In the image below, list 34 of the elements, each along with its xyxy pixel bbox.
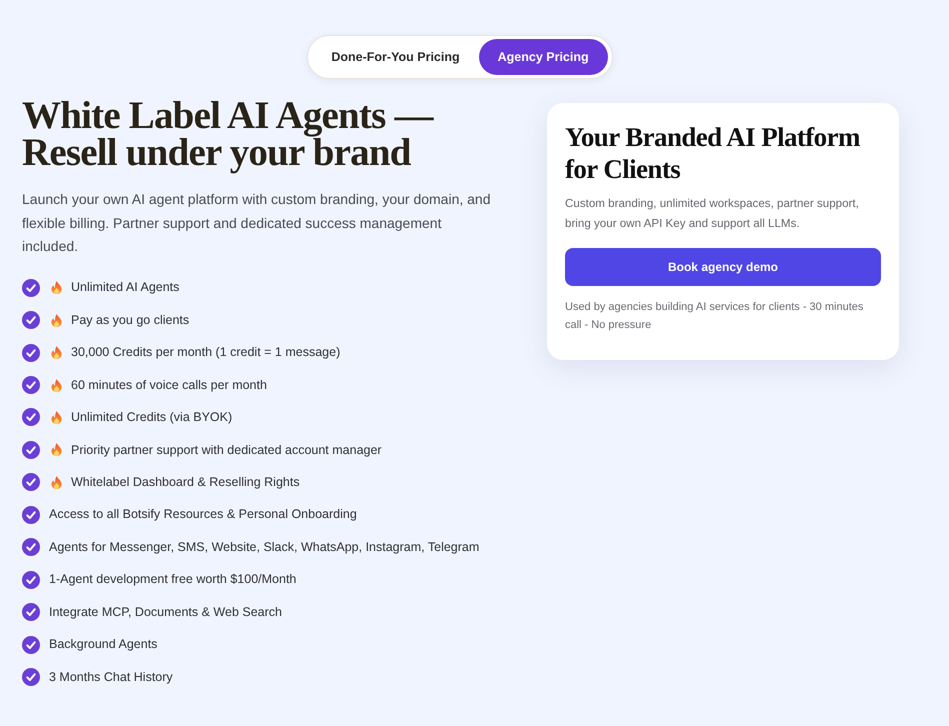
checkmark-icon [22,376,40,394]
feature-text: 1-Agent development free worth $100/Month [49,571,296,588]
hero-heading: White Label AI Agents — Resell under your brand [22,97,435,171]
pricing-tab[interactable]: Done-For-You Pricing [312,39,479,75]
feature-text: Agents for Messenger, SMS, Website, Slack, WhatsApp, Instagram, Telegram [49,538,480,556]
checkmark-icon [22,440,40,459]
card-note: Used by agencies building AI services for clients - 30 minutes call - No pressure [565,300,864,333]
checkmark-icon [22,603,40,622]
feature-text: Unlimited Credits (via BYOK) [71,409,232,426]
checkmark-icon [22,344,40,362]
card-heading: Your Branded AI Platform for Clients [565,121,861,185]
feature-text: Unlimited AI Agents [71,279,180,296]
feature-text: Access to all Botsify Resources & Personal Onboarding [49,506,357,524]
checkmark-icon [22,668,40,686]
checkmark-icon [22,311,40,330]
checkmark-icon [22,538,40,556]
feature-text: 30,000 Credits per month (1 credit = 1 message) [71,344,340,362]
checkmark-icon [22,473,40,492]
feature-text: 3 Months Chat History [49,668,173,686]
feature-text: Pay as you go clients [71,312,190,329]
checkmark-icon [22,570,40,589]
feature-text: Background Agents [49,636,158,654]
checkmark-icon [22,408,40,426]
book-demo-button[interactable]: Book agency demo [565,248,881,286]
feature-text: Integrate MCP, Documents & Web Search [49,604,282,621]
hero-description: Launch your own AI agent platform with custom branding, your domain, and flexible billing. Partner support and dedicated success management included. [22,190,492,256]
feature-text: Whitelabel Dashboard & Reselling Rights [71,474,300,491]
checkmark-icon [22,636,40,654]
checkmark-icon [22,278,40,297]
feature-text: Priority partner support with dedicated account manager [71,442,382,459]
card-description: Custom branding, unlimited workspaces, partner support, bring your own API Key and support all LLMs. [565,196,860,232]
feature-text: 60 minutes of voice calls per month [71,376,267,394]
checkmark-icon [22,506,40,524]
pricing-tab[interactable]: Agency Pricing [478,39,608,75]
